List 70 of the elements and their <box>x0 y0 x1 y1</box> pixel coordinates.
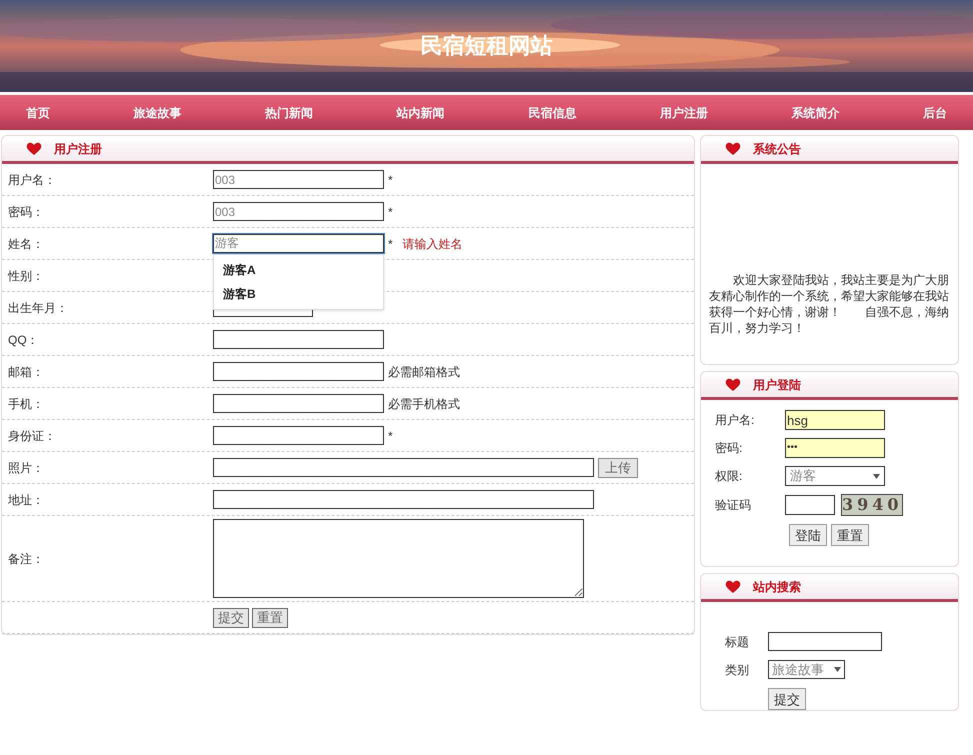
field-hint: 必需邮箱格式 <box>388 364 460 380</box>
site-title: 民宿短租网站 <box>420 32 552 60</box>
suggestion-item[interactable]: 游客B <box>214 282 383 306</box>
panel-title: 系统公告 <box>753 140 801 158</box>
input-field[interactable] <box>213 394 384 413</box>
field-label: 用户名： <box>7 172 57 188</box>
field-label: QQ： <box>7 332 40 348</box>
input-field[interactable] <box>213 330 384 349</box>
input-field[interactable] <box>768 632 882 651</box>
field-label: 权限: <box>715 468 744 485</box>
nav-link[interactable]: 首页 <box>26 104 50 122</box>
input-field[interactable] <box>213 362 384 381</box>
input-field[interactable]: 003 <box>213 202 384 221</box>
panel-title: 站内搜索 <box>753 578 801 596</box>
caret-icon <box>834 667 841 672</box>
submit-button[interactable]: 提交 <box>768 688 806 710</box>
form-button[interactable]: 提交 <box>213 608 249 628</box>
field-label: 出生年月： <box>7 300 69 316</box>
field-hint: 必需手机格式 <box>388 396 460 412</box>
captcha-image: 3940 <box>841 494 903 516</box>
required-mark: * <box>388 204 393 220</box>
nav-link[interactable]: 民宿信息 <box>528 104 576 122</box>
required-mark: * <box>388 172 393 188</box>
error-message: 请输入姓名 <box>402 236 463 252</box>
input-field[interactable] <box>213 458 594 477</box>
suggestion-item[interactable]: 游客A <box>214 258 383 282</box>
heart-icon <box>725 378 741 392</box>
upload-button[interactable]: 上传 <box>598 458 638 478</box>
heart-icon <box>725 580 741 594</box>
field-label: 备注： <box>7 550 45 568</box>
nav-link[interactable]: 用户注册 <box>660 104 708 122</box>
form-button[interactable]: 登陆 <box>789 524 827 546</box>
input-field[interactable] <box>213 426 384 445</box>
field-label: 密码： <box>7 204 45 220</box>
field-label: 邮箱： <box>7 364 45 380</box>
required-mark: * <box>388 236 393 252</box>
field-label: 身份证： <box>7 428 57 444</box>
nav-link[interactable]: 热门新闻 <box>265 104 314 122</box>
field-label: 类别 <box>725 662 750 678</box>
nav-link[interactable]: 旅途故事 <box>134 104 182 122</box>
heart-icon <box>26 142 42 156</box>
input-field[interactable] <box>213 490 594 509</box>
field-label: 照片： <box>7 460 45 476</box>
nav-link[interactable]: 系统简介 <box>791 104 840 122</box>
form-button[interactable]: 重置 <box>831 524 869 546</box>
heart-icon <box>725 142 741 156</box>
password-field[interactable]: ••• <box>785 438 885 458</box>
nav-link[interactable]: 后台 <box>922 104 947 122</box>
field-label: 标题 <box>725 634 750 650</box>
input-field[interactable]: hsg <box>785 410 885 430</box>
panel-title: 用户注册 <box>54 140 102 158</box>
input-field[interactable]: 003 <box>213 170 384 189</box>
field-label: 密码: <box>715 440 744 457</box>
panel-title: 用户登陆 <box>753 376 801 394</box>
category-dropdown[interactable]: 旅途故事 <box>768 660 845 679</box>
form-button[interactable]: 重置 <box>252 608 288 628</box>
field-label: 手机： <box>7 396 45 412</box>
notice-text: 欢迎大家登陆我站，我站主要是为广大朋友精心制作的一个系统，希望大家能够在我站获得一个好心情，谢谢！ 自强不息，海纳百川，努力学习！ <box>709 272 950 336</box>
field-label: 用户名: <box>715 412 756 429</box>
field-label: 验证码 <box>715 497 752 514</box>
nav-link[interactable]: 站内新闻 <box>396 104 445 122</box>
field-label: 姓名： <box>7 236 45 252</box>
field-label: 性别： <box>6 268 45 284</box>
text-area[interactable] <box>213 519 584 598</box>
role-dropdown[interactable]: 游客 <box>785 466 885 486</box>
field-label: 地址： <box>7 492 45 508</box>
input-field[interactable]: 游客 <box>213 234 384 253</box>
caret-icon <box>873 474 880 478</box>
input-field[interactable] <box>785 495 835 515</box>
required-mark: * <box>388 428 393 444</box>
